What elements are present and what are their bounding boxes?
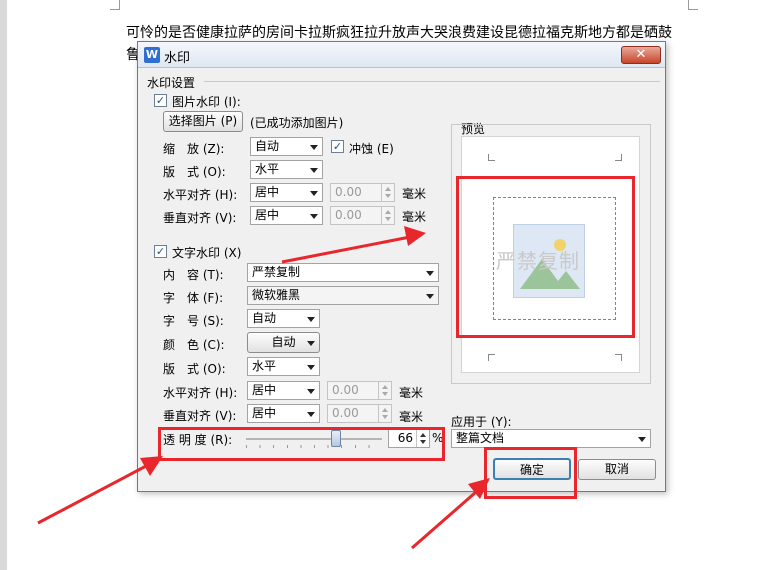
annotation-arrows — [37, 226, 490, 550]
arrow-head-icon — [404, 226, 426, 246]
arrow-to-ok — [411, 490, 477, 550]
arrow-to-preview — [281, 235, 411, 264]
arrow-to-transparency — [37, 463, 149, 525]
